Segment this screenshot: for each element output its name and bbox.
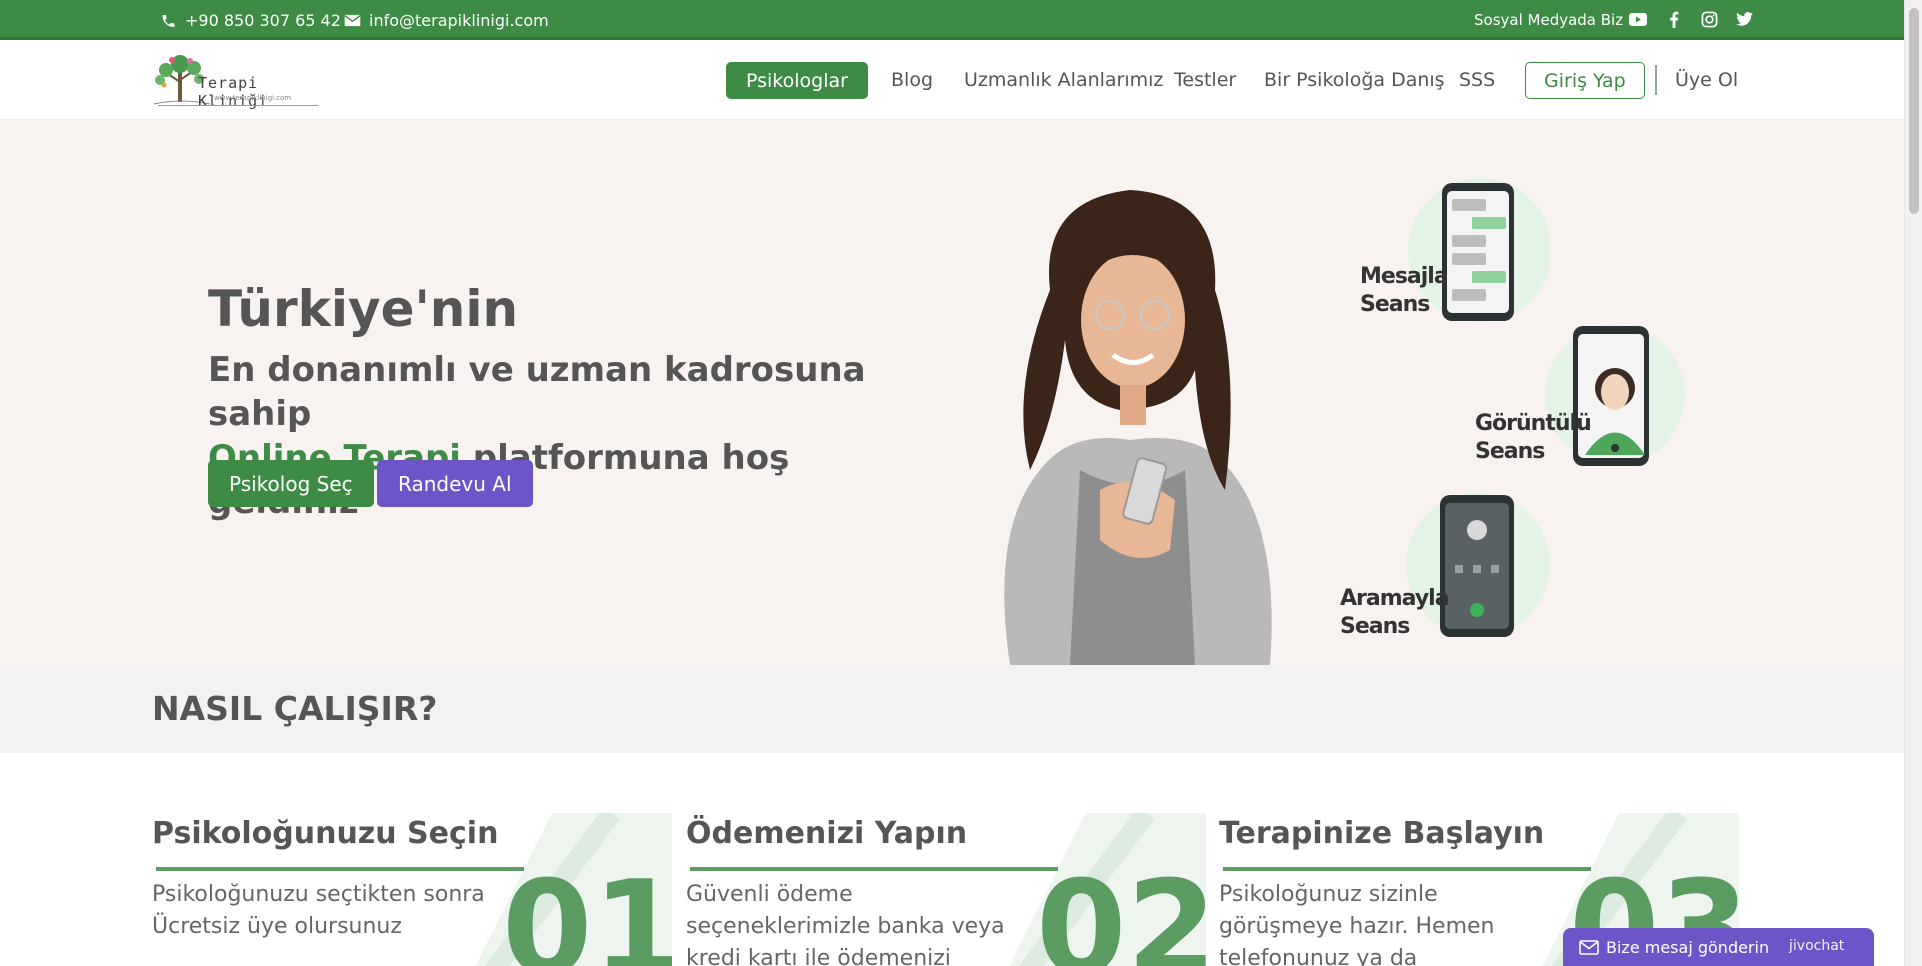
email-address: info@terapiklinigi.com bbox=[369, 11, 549, 30]
step-3-title: Terapinize Başlayın bbox=[1219, 816, 1545, 851]
step-2-underline bbox=[690, 867, 1058, 871]
call-session-card[interactable]: Aramayla Seans bbox=[1340, 485, 1550, 645]
select-psychologist-button[interactable]: Psikolog Seç bbox=[208, 460, 374, 507]
nav-uzmanlik[interactable]: Uzmanlık Alanlarımız bbox=[964, 69, 1163, 91]
video-label-line-1: Görüntülü bbox=[1475, 411, 1592, 436]
instagram-icon[interactable] bbox=[1699, 9, 1719, 29]
hero-title: Türkiye'nin bbox=[208, 280, 519, 338]
phone-number: +90 850 307 65 42 bbox=[185, 11, 341, 30]
main-navbar: Terapi Kliniği www.terapiklinigi.com Psi… bbox=[0, 40, 1904, 120]
message-label-line-2: Seans bbox=[1360, 292, 1430, 317]
facebook-icon[interactable] bbox=[1664, 9, 1684, 29]
message-label-line-1: Mesajla bbox=[1360, 264, 1449, 289]
email-contact[interactable]: info@terapiklinigi.com bbox=[344, 11, 549, 30]
logo-url: www.terapiklinigi.com bbox=[214, 94, 292, 102]
youtube-icon[interactable] bbox=[1628, 9, 1648, 29]
message-session-card[interactable]: Mesajla Seans bbox=[1360, 175, 1552, 325]
nav-psikologlar-button[interactable]: Psikologlar bbox=[726, 62, 868, 99]
nav-divider bbox=[1655, 65, 1657, 95]
social-label: Sosyal Medyada Biz bbox=[1474, 11, 1624, 29]
login-button[interactable]: Giriş Yap bbox=[1525, 62, 1645, 99]
scrollbar-thumb[interactable] bbox=[1909, 8, 1919, 214]
hero-line-1: En donanımlı ve uzman kadrosuna sahip bbox=[208, 350, 866, 434]
step-1-title: Psikoloğunuzu Seçin bbox=[152, 816, 499, 851]
chat-label: Bize mesaj gönderin bbox=[1606, 938, 1770, 957]
phone-contact[interactable]: +90 850 307 65 42 bbox=[160, 11, 341, 30]
step-1-text: Psikoloğunuzu seçtikten sonra Ücretsiz ü… bbox=[152, 882, 485, 939]
page-scrollbar[interactable] bbox=[1904, 0, 1922, 966]
video-label-line-2: Seans bbox=[1475, 439, 1545, 464]
top-contact-bar: +90 850 307 65 42 info@terapiklinigi.com… bbox=[0, 0, 1904, 40]
step-1-number: 01 bbox=[502, 852, 672, 966]
step-3-text: Psikoloğunuz sizinle görüşmeye hazır. He… bbox=[1219, 882, 1495, 966]
phone-icon bbox=[162, 14, 175, 27]
site-logo[interactable]: Terapi Kliniği www.terapiklinigi.com bbox=[152, 52, 322, 110]
mail-icon bbox=[344, 14, 361, 27]
nav-testler[interactable]: Testler bbox=[1174, 69, 1236, 91]
appointment-button[interactable]: Randevu Al bbox=[377, 460, 533, 507]
how-it-works-title: NASIL ÇALIŞIR? bbox=[152, 689, 438, 728]
step-2-title: Ödemenizi Yapın bbox=[686, 816, 968, 851]
chat-brand: jivochat bbox=[1789, 938, 1845, 954]
video-session-label: Görüntülü Seans bbox=[1475, 410, 1592, 466]
nav-danis[interactable]: Bir Psikoloğa Danış bbox=[1264, 69, 1445, 91]
video-session-card[interactable]: Görüntülü Seans bbox=[1475, 320, 1685, 470]
register-link[interactable]: Üye Ol bbox=[1675, 69, 1738, 91]
chat-widget[interactable]: Bize mesaj gönderin jivochat bbox=[1563, 928, 1874, 966]
woman-with-phone-image bbox=[1004, 190, 1272, 665]
step-1-underline bbox=[156, 867, 524, 871]
message-session-label: Mesajla Seans bbox=[1360, 263, 1449, 319]
call-label-line-1: Aramayla bbox=[1340, 586, 1450, 611]
call-label-line-2: Seans bbox=[1340, 614, 1410, 639]
step-2: 02 Ödemenizi Yapın Güvenli ödeme seçenek… bbox=[686, 753, 1216, 966]
call-session-label: Aramayla Seans bbox=[1340, 585, 1450, 641]
nav-blog[interactable]: Blog bbox=[891, 69, 933, 91]
logo-underline bbox=[158, 105, 318, 106]
step-2-number: 02 bbox=[1036, 852, 1206, 966]
step-1: 01 Psikoloğunuzu Seçin Psikoloğunuzu seç… bbox=[152, 753, 682, 966]
nav-sss[interactable]: SSS bbox=[1459, 69, 1495, 91]
hero-section: Türkiye'nin En donanımlı ve uzman kadros… bbox=[0, 120, 1904, 665]
chat-mail-icon bbox=[1579, 940, 1599, 955]
twitter-icon[interactable] bbox=[1734, 9, 1754, 29]
how-it-works-header: NASIL ÇALIŞIR? bbox=[0, 665, 1904, 753]
step-2-text: Güvenli ödeme seçeneklerimizle banka vey… bbox=[686, 882, 1005, 966]
step-3-underline bbox=[1223, 867, 1591, 871]
